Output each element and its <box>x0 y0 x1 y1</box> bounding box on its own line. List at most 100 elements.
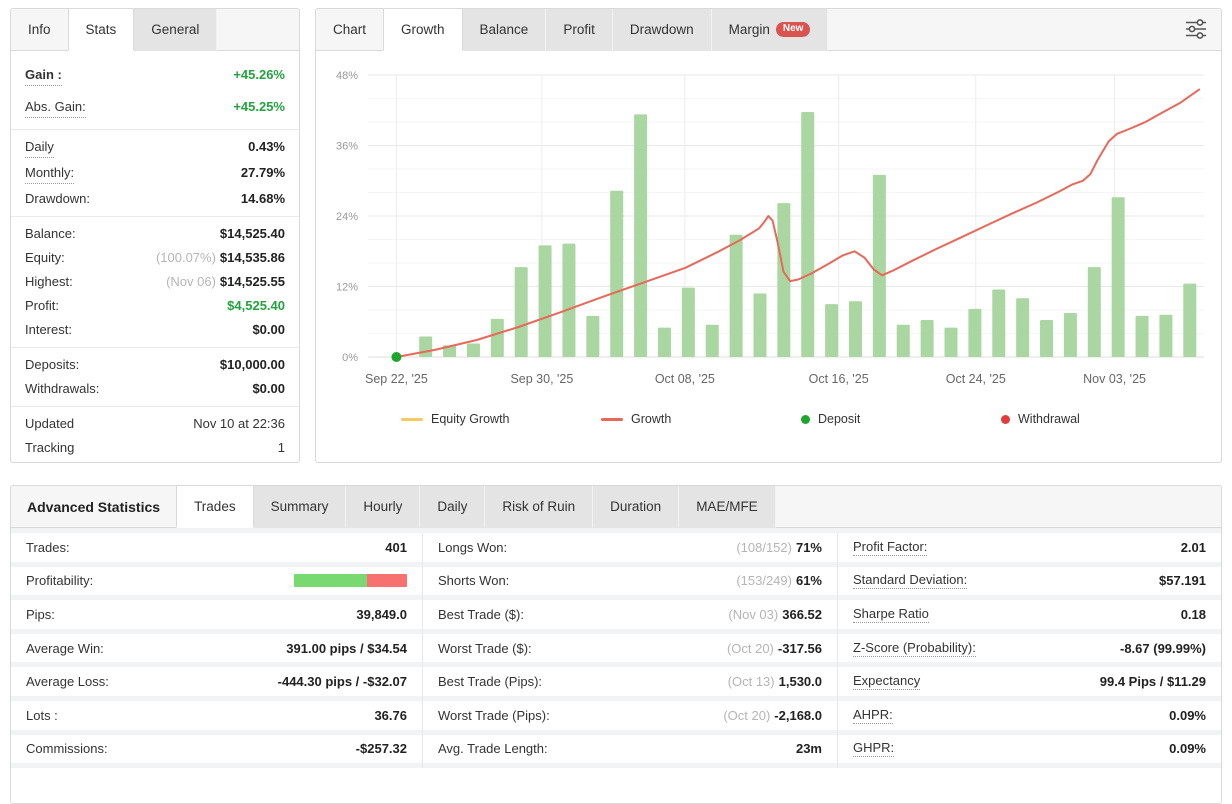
stat-value-secondary: (Oct 20) <box>727 641 774 656</box>
chart-tab-balance[interactable]: Balance <box>463 9 547 51</box>
legend-label-deposit: Deposit <box>818 412 860 426</box>
legend-item-withdrawal[interactable]: Withdrawal <box>1001 412 1080 426</box>
stat-value-commissions: -$257.32 <box>356 741 407 756</box>
stats-panel-tabbar: InfoStatsGeneral <box>11 9 299 51</box>
stat-row-interest: Interest:$0.00 <box>11 318 299 342</box>
stat-value-balance: $14,525.40 <box>220 225 285 243</box>
growth-bar[interactable] <box>1112 197 1125 357</box>
advanced-tab-daily[interactable]: Daily <box>420 486 485 528</box>
growth-bar[interactable] <box>706 325 719 357</box>
stat-label-expectancy: Expectancy <box>853 673 920 690</box>
stat-value-average-loss: -444.30 pips / -$32.07 <box>278 674 407 689</box>
y-axis-tick: 48% <box>336 70 358 82</box>
growth-bar[interactable] <box>586 316 599 357</box>
growth-bar[interactable] <box>753 294 766 357</box>
growth-bar[interactable] <box>1016 298 1029 357</box>
growth-bar[interactable] <box>1088 267 1101 357</box>
stat-row-profit-factor: Profit Factor:2.01 <box>838 533 1221 567</box>
y-axis-tick: 24% <box>336 211 358 223</box>
stats-tab-stats[interactable]: Stats <box>68 9 135 51</box>
growth-bar[interactable] <box>539 245 552 357</box>
stat-row-longs-won: Longs Won:(108/152)71% <box>423 533 837 567</box>
stat-label-updated: Updated <box>25 415 74 433</box>
stat-value-lots: 36.76 <box>374 708 407 723</box>
growth-bar[interactable] <box>515 267 528 357</box>
stat-value-avg-trade-length: 23m <box>796 741 822 756</box>
advanced-tab-trades[interactable]: Trades <box>176 486 254 528</box>
growth-bar[interactable] <box>1040 320 1053 357</box>
x-axis-tick: Oct 08, '25 <box>655 372 715 386</box>
profitability-bar <box>294 574 407 587</box>
advanced-tab-duration[interactable]: Duration <box>593 486 679 528</box>
legend-item-equity-growth[interactable]: Equity Growth <box>401 412 601 426</box>
growth-bar[interactable] <box>634 114 647 357</box>
growth-bar[interactable] <box>467 343 480 357</box>
growth-bar[interactable] <box>1183 284 1196 357</box>
chart-tab-growth[interactable]: Growth <box>383 9 463 51</box>
stat-label-profitability: Profitability: <box>26 573 93 588</box>
stat-label-withdrawals: Withdrawals: <box>25 380 99 398</box>
growth-bar[interactable] <box>730 235 743 357</box>
growth-bar[interactable] <box>1064 313 1077 357</box>
stat-row-gain: Gain :+45.26% <box>11 60 299 92</box>
growth-bar[interactable] <box>658 328 671 357</box>
growth-chart[interactable]: 0%12%24%36%48%Sep 22, '25Sep 30, '25Oct … <box>320 57 1217 397</box>
deposit-marker-icon[interactable] <box>391 352 401 362</box>
stat-label-abs-gain: Abs. Gain: <box>25 98 86 118</box>
stat-label-monthly: Monthly: <box>25 164 74 184</box>
stat-row-average-win: Average Win:391.00 pips / $34.54 <box>11 634 422 668</box>
growth-chart-area: 0%12%24%36%48%Sep 22, '25Sep 30, '25Oct … <box>316 51 1221 402</box>
stat-value-profit-factor: 2.01 <box>1181 540 1206 555</box>
stat-value-worst-trade-pips: (Oct 20)-2,168.0 <box>723 708 822 723</box>
sliders-icon <box>1184 18 1208 40</box>
advanced-tab-risk-of-ruin[interactable]: Risk of Ruin <box>485 486 593 528</box>
stat-row-worst-trade: Worst Trade ($):(Oct 20)-317.56 <box>423 634 837 668</box>
growth-bar[interactable] <box>562 244 575 357</box>
stat-label-worst-trade-pips: Worst Trade (Pips): <box>438 708 550 723</box>
advanced-tab-hourly[interactable]: Hourly <box>346 486 420 528</box>
y-axis-tick: 12% <box>336 282 358 294</box>
stat-value-interest: $0.00 <box>252 321 285 339</box>
growth-bar[interactable] <box>849 301 862 357</box>
advanced-tab-mae-mfe[interactable]: MAE/MFE <box>679 486 776 528</box>
legend-item-deposit[interactable]: Deposit <box>801 412 1001 426</box>
stats-tab-general[interactable]: General <box>134 9 217 51</box>
stats-column-3: Profit Factor:2.01Standard Deviation:$57… <box>838 533 1221 768</box>
chart-tab-margin[interactable]: MarginNew <box>712 9 829 51</box>
stat-value-average-win: 391.00 pips / $34.54 <box>286 641 407 656</box>
stat-label-gain: Gain : <box>25 66 62 86</box>
legend-item-growth[interactable]: Growth <box>601 412 801 426</box>
chart-tab-profit[interactable]: Profit <box>546 9 613 51</box>
advanced-tab-summary[interactable]: Summary <box>254 486 347 528</box>
chart-tab-chart[interactable]: Chart <box>316 9 383 51</box>
stat-row-standard-deviation: Standard Deviation:$57.191 <box>838 567 1221 601</box>
growth-bar[interactable] <box>491 319 504 357</box>
stat-row-average-loss: Average Loss:-444.30 pips / -$32.07 <box>11 667 422 701</box>
growth-bar[interactable] <box>801 112 814 357</box>
stat-row-shorts-won: Shorts Won:(153/249)61% <box>423 567 837 601</box>
stat-label-highest: Highest: <box>25 273 73 291</box>
growth-bar[interactable] <box>1159 315 1172 357</box>
chart-settings-button[interactable] <box>1183 18 1209 42</box>
chart-tab-drawdown[interactable]: Drawdown <box>613 9 712 51</box>
growth-bar[interactable] <box>825 304 838 357</box>
growth-bar[interactable] <box>873 175 886 357</box>
stat-value-profit: $4,525.40 <box>227 297 285 315</box>
growth-bar[interactable] <box>992 289 1005 357</box>
stat-row-pips: Pips:39,849.0 <box>11 600 422 634</box>
growth-bar[interactable] <box>1136 316 1149 357</box>
stat-value-sharpe-ratio: 0.18 <box>1181 607 1206 622</box>
growth-bar[interactable] <box>968 309 981 357</box>
stat-value-secondary: (100.07%) <box>156 250 216 265</box>
x-axis-tick: Nov 03, '25 <box>1083 372 1146 386</box>
growth-bar[interactable] <box>945 328 958 357</box>
stat-value-expectancy: 99.4 Pips / $11.29 <box>1100 674 1206 689</box>
stats-tab-info[interactable]: Info <box>11 9 68 51</box>
growth-bar[interactable] <box>610 191 623 357</box>
growth-bar[interactable] <box>921 320 934 357</box>
stats-group-1: Daily0.43%Monthly:27.79%Drawdown:14.68% <box>11 129 299 216</box>
growth-bar[interactable] <box>419 336 432 357</box>
stat-row-updated: UpdatedNov 10 at 22:36 <box>11 412 299 436</box>
growth-bar[interactable] <box>682 288 695 357</box>
growth-bar[interactable] <box>897 325 910 357</box>
